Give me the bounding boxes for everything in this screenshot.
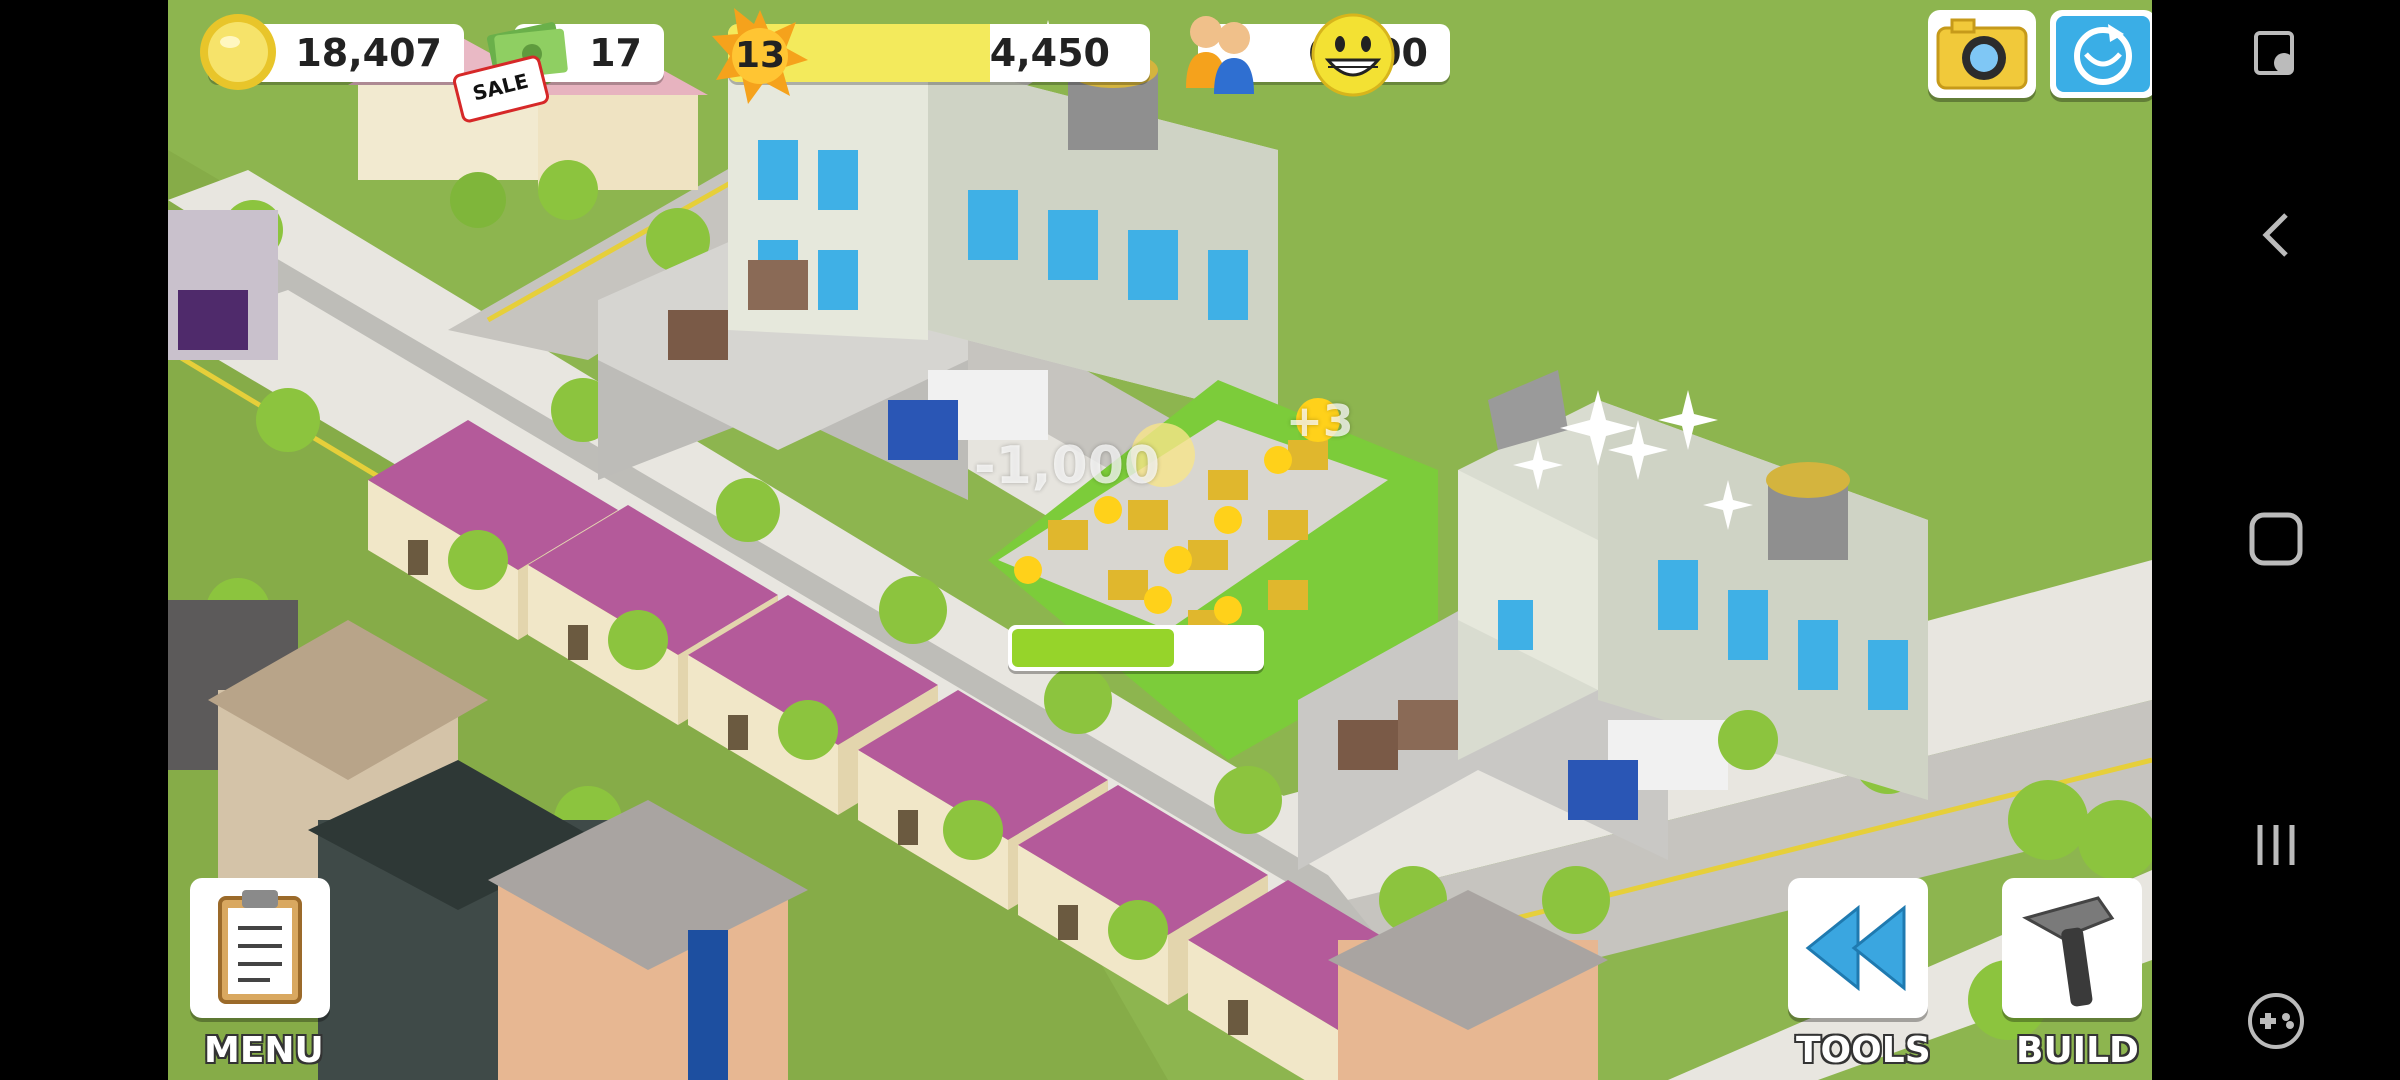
- xp-gain-popup: +3: [1286, 396, 1354, 447]
- menu-label[interactable]: MENU: [204, 1030, 324, 1071]
- hammer-icon: [2022, 896, 2115, 1007]
- construction-progress-fill: [1012, 629, 1175, 667]
- menu-button[interactable]: [190, 878, 330, 1018]
- coins-value: 18,407: [295, 31, 442, 75]
- recents-button[interactable]: [2152, 790, 2400, 900]
- rewind-icon: [1805, 904, 1906, 992]
- smiley-icon[interactable]: [1310, 12, 1396, 98]
- pen-icon: [2254, 31, 2294, 75]
- clipboard-icon: [218, 890, 302, 1004]
- system-navigation-bar: [2152, 0, 2400, 1080]
- camera-button[interactable]: [1928, 10, 2036, 98]
- cash-value: 17: [589, 31, 642, 75]
- gamepad-icon: [2248, 993, 2304, 1049]
- screen-edit-button[interactable]: [2152, 0, 2400, 110]
- cost-popup: -1,000: [974, 436, 1161, 496]
- xp-bar[interactable]: 4,450 13: [712, 8, 1150, 104]
- share-button[interactable]: [2050, 10, 2152, 98]
- coin-icon: [200, 14, 276, 90]
- back-button[interactable]: [2152, 180, 2400, 290]
- game-tools-button[interactable]: [2152, 966, 2400, 1076]
- tools-label[interactable]: TOOLS: [1796, 1030, 1931, 1071]
- build-button[interactable]: [2002, 878, 2142, 1018]
- game-viewport[interactable]: +3 -1,000 18,407 17 SALE 4,450 13 MENU T…: [168, 0, 2152, 1080]
- back-icon: [2262, 213, 2288, 257]
- sale-tag-label: SALE: [470, 68, 531, 106]
- home-icon: [2249, 512, 2303, 566]
- construction-progress-bar: [1008, 625, 1264, 671]
- recents-icon: [2257, 825, 2295, 865]
- share-icon: [2056, 16, 2150, 92]
- xp-value: 4,450: [989, 31, 1110, 75]
- home-button[interactable]: [2152, 484, 2400, 594]
- camera-icon: [1936, 18, 2028, 90]
- population-icon: [1186, 16, 1254, 94]
- level-value: 13: [734, 35, 786, 76]
- tools-button[interactable]: [1788, 878, 1928, 1018]
- build-label[interactable]: BUILD: [2016, 1030, 2139, 1071]
